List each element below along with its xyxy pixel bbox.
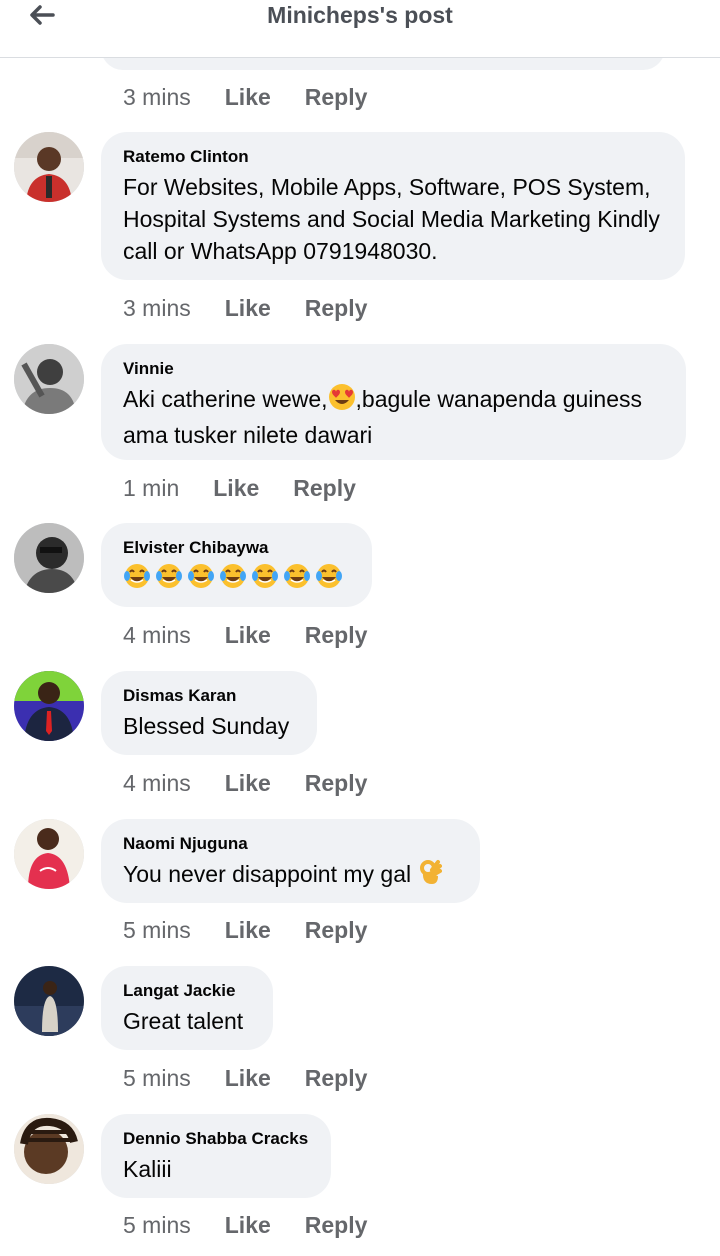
comment-text-part: Aki catherine wewe, [123,386,328,412]
avatar[interactable] [14,671,84,741]
user-avatar-icon [14,1114,84,1184]
like-button[interactable]: Like [225,770,271,797]
comment-bubble[interactable]: Langat Jackie Great talent [101,966,273,1050]
tears-of-joy-face-icon [123,562,151,598]
comment-text: You never disappoint my gal [123,858,458,894]
like-button[interactable]: Like [225,1212,271,1239]
avatar[interactable] [14,132,84,202]
reply-button[interactable]: Reply [305,84,368,111]
user-avatar-icon [14,132,84,202]
comment-time: 5 mins [123,1211,191,1238]
avatar[interactable] [14,819,84,889]
comment-bubble[interactable]: Vinnie Aki catherine wewe, ,bagule wanape… [101,344,686,460]
comment-meta: 4 mins Like Reply [123,768,401,798]
avatar[interactable] [14,523,84,593]
like-button[interactable]: Like [225,84,271,111]
like-button[interactable]: Like [225,1065,271,1092]
tears-of-joy-face-icon [187,562,215,598]
reply-button[interactable]: Reply [305,622,368,649]
comment-author[interactable]: Dennio Shabba Cracks [123,1128,309,1150]
avatar[interactable] [14,1114,84,1184]
comment-meta: 3 mins Like Reply [123,293,401,323]
reply-button[interactable]: Reply [305,295,368,322]
user-avatar-icon [14,966,84,1036]
comment-bubble[interactable]: Dismas Karan Blessed Sunday [101,671,317,755]
reply-button[interactable]: Reply [305,770,368,797]
top-bar: Minicheps's post [0,0,720,58]
reply-button[interactable]: Reply [293,475,356,502]
heart-eyes-emoji-icon [328,383,356,419]
comment-bubble[interactable]: Dennio Shabba Cracks Kaliii [101,1114,331,1198]
tears-of-joy-face-icon [155,562,183,598]
comment-time: 3 mins [123,83,191,110]
comment-meta: 1 min Like Reply [123,473,390,503]
comment-time: 3 mins [123,294,191,321]
like-button[interactable]: Like [225,917,271,944]
tears-of-joy-face-icon [219,562,247,598]
comment-author[interactable]: Elvister Chibaywa [123,537,350,559]
user-avatar-icon [14,671,84,741]
comment-meta: 3 mins Like Reply [123,82,401,112]
comment-meta: 5 mins Like Reply [123,1063,401,1093]
like-button[interactable]: Like [225,295,271,322]
comment-text: Great talent [123,1008,244,1034]
comment-author[interactable]: Naomi Njuguna [123,833,458,855]
avatar[interactable] [14,966,84,1036]
tears-of-joy-face-icon [283,562,311,598]
like-button[interactable]: Like [213,475,259,502]
comment-time: 5 mins [123,916,191,943]
avatar[interactable] [14,344,84,414]
comment-author[interactable]: Dismas Karan [123,685,295,707]
comment-author[interactable]: Ratemo Clinton [123,146,663,168]
comment-bubble[interactable]: Ratemo Clinton For Websites, Mobile Apps… [101,132,685,280]
comment-meta: 4 mins Like Reply [123,620,401,650]
comment-time: 1 min [123,474,180,501]
comment-meta: 5 mins Like Reply [123,915,401,945]
reply-button[interactable]: Reply [305,917,368,944]
comment-text: For Websites, Mobile Apps, Software, POS… [123,174,667,264]
user-avatar-icon [14,523,84,593]
comment-time: 4 mins [123,769,191,796]
comment-meta: 5 mins Like Reply [123,1210,401,1240]
comment-author[interactable]: Langat Jackie [123,980,251,1002]
comment-text: Blessed Sunday [123,713,290,739]
like-button[interactable]: Like [225,622,271,649]
comment-time: 5 mins [123,1064,191,1091]
emoji-row [123,562,350,598]
page-title: Minicheps's post [267,2,453,28]
comment-text-part: You never disappoint my gal [123,861,412,887]
reply-button[interactable]: Reply [305,1212,368,1239]
user-avatar-icon [14,344,84,414]
tears-of-joy-face-icon [315,562,343,598]
comment-author[interactable]: Vinnie [123,358,664,380]
comment-text: Kaliii [123,1156,172,1182]
ok-hand-emoji-icon [418,858,442,894]
comment-time: 4 mins [123,621,191,648]
tears-of-joy-face-icon [251,562,279,598]
comment-text: Aki catherine wewe, ,bagule wanapenda gui… [123,383,664,451]
comment-bubble[interactable]: Naomi Njuguna You never disappoint my ga… [101,819,480,903]
comment-bubble[interactable]: Elvister Chibaywa [101,523,372,607]
user-avatar-icon [14,819,84,889]
reply-button[interactable]: Reply [305,1065,368,1092]
